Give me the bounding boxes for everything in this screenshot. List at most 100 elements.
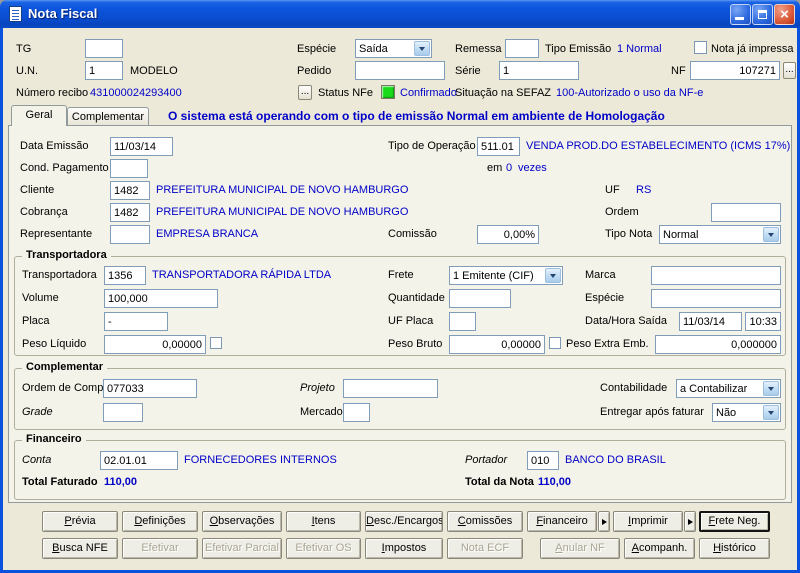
titlebar[interactable]: Nota Fiscal × xyxy=(0,0,800,28)
numero-recibo-label: Número recibo xyxy=(16,87,88,99)
contabilidade-dropdown-button[interactable] xyxy=(763,381,779,396)
ordem-compra-input[interactable] xyxy=(103,379,197,398)
mercado-input[interactable] xyxy=(343,403,370,422)
efetivar-button: Efetivar xyxy=(122,538,198,559)
marca-label: Marca xyxy=(585,269,616,281)
representante-input[interactable] xyxy=(110,225,150,244)
transportadora-description: TRANSPORTADORA RÁPIDA LTDA xyxy=(152,269,331,281)
tipo-operacao-input[interactable] xyxy=(477,137,520,156)
frete-dropdown-button[interactable] xyxy=(545,268,561,283)
serie-label: Série xyxy=(455,65,481,77)
arrow-right-icon xyxy=(688,519,693,525)
data-emissao-label: Data Emissão xyxy=(20,140,88,152)
quantidade-input[interactable] xyxy=(449,289,511,308)
busca-nfe-button[interactable]: Busca NFE xyxy=(42,538,118,559)
imprimir-menu-arrow-button[interactable] xyxy=(684,511,696,532)
especie-transp-input[interactable] xyxy=(651,289,781,308)
peso-bruto-checkbox[interactable] xyxy=(549,337,561,349)
financeiro-button[interactable]: Financeiro xyxy=(527,511,597,532)
desc-encargos-button[interactable]: Desc./Encargos xyxy=(365,511,443,532)
financeiro-menu-arrow-button[interactable] xyxy=(598,511,610,532)
nf-input[interactable] xyxy=(690,61,780,80)
tipo-emissao-value: 1 Normal xyxy=(617,43,662,55)
transportadora-input[interactable] xyxy=(104,266,146,285)
uf-label: UF xyxy=(605,184,620,196)
remessa-input[interactable] xyxy=(505,39,539,58)
contabilidade-combobox[interactable]: a Contabilizar xyxy=(676,379,781,398)
entregar-dropdown-button[interactable] xyxy=(763,405,779,420)
close-button[interactable]: × xyxy=(774,4,795,25)
financeiro-group-title: Financeiro xyxy=(22,433,86,445)
previa-button[interactable]: Prévia xyxy=(42,511,118,532)
comissoes-button[interactable]: Comissões xyxy=(447,511,523,532)
definicoes-button[interactable]: Definições xyxy=(122,511,198,532)
transportadora-label: Transportadora xyxy=(22,269,97,281)
volume-input[interactable] xyxy=(104,289,218,308)
efetivar-os-button: Efetivar OS xyxy=(286,538,361,559)
cobranca-input[interactable] xyxy=(110,203,150,222)
un-input[interactable] xyxy=(85,61,123,80)
cliente-label: Cliente xyxy=(20,184,54,196)
projeto-input[interactable] xyxy=(343,379,438,398)
chevron-down-icon xyxy=(419,47,425,51)
projeto-label: Projeto xyxy=(300,382,335,394)
cobranca-label: Cobrança xyxy=(20,206,68,218)
entregar-apos-faturar-combobox[interactable]: Não xyxy=(712,403,781,422)
tipo-nota-label: Tipo Nota xyxy=(605,228,652,240)
comissao-label: Comissão xyxy=(388,228,437,240)
marca-input[interactable] xyxy=(651,266,781,285)
pedido-input[interactable] xyxy=(355,61,445,80)
especie-combobox[interactable]: Saída xyxy=(355,39,432,58)
especie-dropdown-button[interactable] xyxy=(414,41,430,56)
grade-input[interactable] xyxy=(103,403,143,422)
arrow-right-icon xyxy=(602,519,607,525)
portador-input[interactable] xyxy=(527,451,559,470)
nf-browse-button[interactable]: ... xyxy=(783,62,796,79)
data-emissao-input[interactable] xyxy=(110,137,173,156)
uf-placa-input[interactable] xyxy=(449,312,476,331)
peso-liquido-checkbox[interactable] xyxy=(210,337,222,349)
recibo-browse-button[interactable]: ... xyxy=(298,85,312,100)
financeiro-group xyxy=(14,440,786,500)
ordem-input[interactable] xyxy=(711,203,781,222)
peso-extra-input[interactable] xyxy=(655,335,781,354)
uf-value: RS xyxy=(636,184,651,196)
itens-button[interactable]: Itens xyxy=(286,511,361,532)
serie-input[interactable] xyxy=(499,61,579,80)
cliente-input[interactable] xyxy=(110,181,150,200)
total-faturado-label: Total Faturado xyxy=(22,476,98,488)
hora-saida-input[interactable] xyxy=(745,312,781,331)
tipo-operacao-description: VENDA PROD.DO ESTABELECIMENTO (ICMS 17%) xyxy=(526,140,790,152)
efetivar-parcial-button: Efetivar Parcial xyxy=(202,538,282,559)
tipo-emissao-label: Tipo Emissão xyxy=(545,43,611,55)
impostos-button[interactable]: Impostos xyxy=(365,538,443,559)
placa-input[interactable] xyxy=(104,312,168,331)
maximize-icon xyxy=(758,10,767,19)
tab-geral[interactable]: Geral xyxy=(11,105,67,126)
nota-ja-impressa-checkbox[interactable] xyxy=(694,41,707,54)
tg-input[interactable] xyxy=(85,39,123,58)
complementar-group-title: Complementar xyxy=(22,361,107,373)
imprimir-button[interactable]: Imprimir xyxy=(613,511,683,532)
data-saida-input[interactable] xyxy=(679,312,742,331)
anular-nf-button: Anular NF xyxy=(540,538,620,559)
historico-button[interactable]: Histórico xyxy=(699,538,770,559)
situacao-sefaz-value: 100-Autorizado o uso da NF-e xyxy=(556,87,703,99)
total-faturado-value: 110,00 xyxy=(104,476,137,488)
frete-combobox[interactable]: 1 Emitente (CIF) xyxy=(449,266,563,285)
peso-liquido-input[interactable] xyxy=(104,335,206,354)
tipo-nota-combobox[interactable]: Normal xyxy=(659,225,781,244)
peso-liquido-label: Peso Líquido xyxy=(22,338,86,350)
acompanh-button[interactable]: Acompanh. xyxy=(624,538,695,559)
frete-neg-button[interactable]: Frete Neg. xyxy=(699,511,770,532)
cond-pagamento-input[interactable] xyxy=(110,159,148,178)
comissao-input[interactable] xyxy=(477,225,539,244)
conta-input[interactable] xyxy=(100,451,178,470)
minimize-button[interactable] xyxy=(730,4,751,25)
peso-bruto-input[interactable] xyxy=(449,335,545,354)
observacoes-button[interactable]: Observações xyxy=(202,511,282,532)
tab-complementar[interactable]: Complementar xyxy=(67,107,149,125)
maximize-button[interactable] xyxy=(752,4,773,25)
tipo-nota-dropdown-button[interactable] xyxy=(763,227,779,242)
un-description: MODELO xyxy=(130,65,178,77)
